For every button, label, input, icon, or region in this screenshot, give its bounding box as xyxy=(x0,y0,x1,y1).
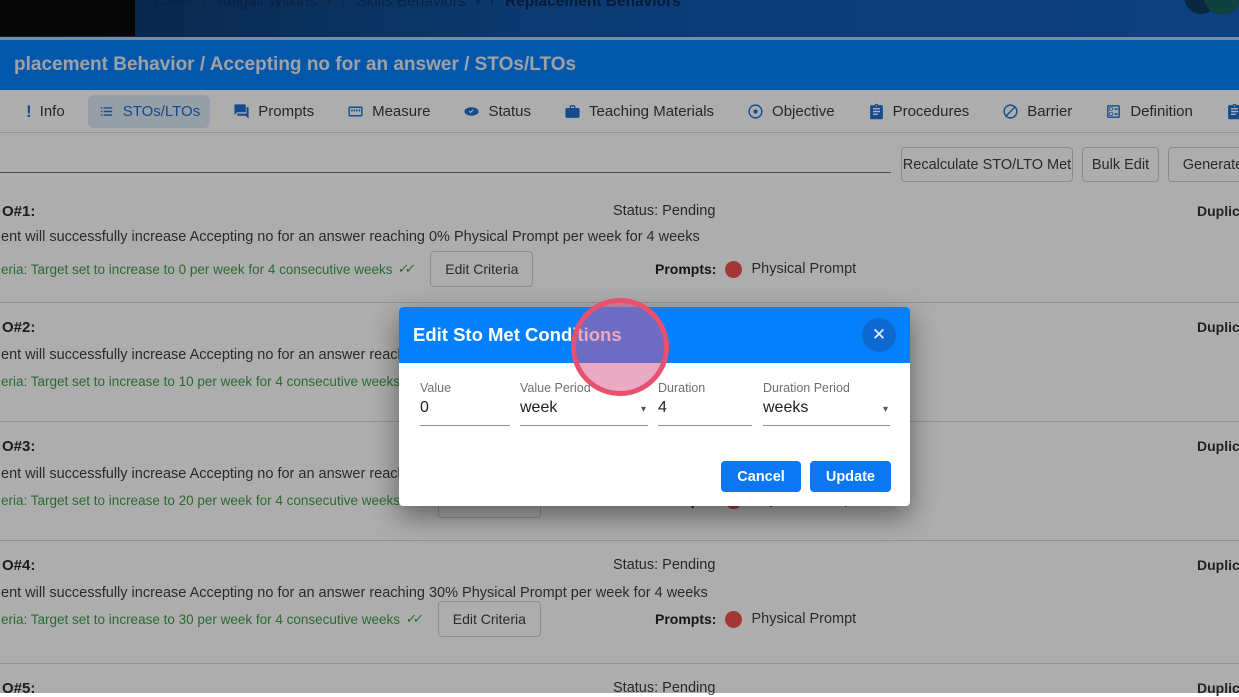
cancel-button[interactable]: Cancel xyxy=(721,461,801,492)
field-label: Duration xyxy=(658,381,706,395)
annotation-highlight-circle xyxy=(571,298,669,396)
field-underline xyxy=(420,425,510,426)
update-button[interactable]: Update xyxy=(809,461,891,492)
field-value[interactable]: weeks xyxy=(763,399,808,417)
field-label: Value Period xyxy=(520,381,591,395)
duration-field[interactable]: Duration 4 xyxy=(658,363,752,433)
field-underline xyxy=(763,425,890,426)
field-label: Duration Period xyxy=(763,381,850,395)
modal-actions: Cancel Update xyxy=(721,461,891,492)
modal-body: Value 0 Value Period week ▾ Duration 4 D… xyxy=(399,363,910,506)
field-underline xyxy=(520,425,648,426)
close-icon[interactable]: ✕ xyxy=(862,318,896,352)
field-underline xyxy=(658,425,752,426)
chevron-down-icon[interactable]: ▾ xyxy=(641,404,646,415)
duration-period-select[interactable]: Duration Period weeks ▾ xyxy=(763,363,890,433)
field-label: Value xyxy=(420,381,452,395)
field-value[interactable]: 0 xyxy=(420,399,429,417)
field-value[interactable]: week xyxy=(520,399,557,417)
value-field[interactable]: Value 0 xyxy=(420,363,510,433)
chevron-down-icon[interactable]: ▾ xyxy=(883,404,888,415)
field-value[interactable]: 4 xyxy=(658,399,667,417)
